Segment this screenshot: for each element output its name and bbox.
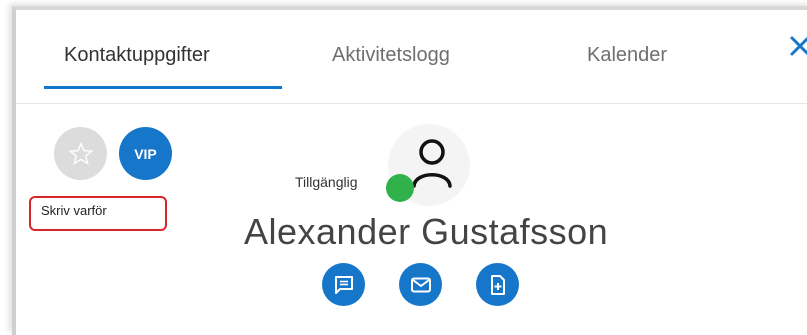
tab-bar: Kontaktuppgifter Aktivitetslogg Kalender <box>16 10 807 104</box>
tab-kontaktuppgifter[interactable]: Kontaktuppgifter <box>64 40 210 70</box>
status-indicator <box>386 174 414 202</box>
close-button[interactable] <box>786 32 807 60</box>
vip-button[interactable]: VIP <box>119 127 172 180</box>
star-outline-icon <box>68 141 93 165</box>
contact-card-panel: Kontaktuppgifter Aktivitetslogg Kalender… <box>12 6 807 335</box>
tab-aktivitetslogg[interactable]: Aktivitetslogg <box>332 40 450 70</box>
tab-kalender[interactable]: Kalender <box>587 40 667 70</box>
contact-name: Alexander Gustafsson <box>244 211 609 252</box>
mail-button[interactable] <box>399 263 442 306</box>
add-document-button[interactable] <box>476 263 519 306</box>
contact-details: VIP Skriv varför Tillgänglig Alexander G… <box>16 104 807 335</box>
close-icon <box>790 36 807 56</box>
reason-prompt[interactable]: Skriv varför <box>41 203 107 218</box>
chat-icon <box>334 275 353 294</box>
active-tab-indicator <box>44 86 282 89</box>
add-document-icon <box>490 274 505 295</box>
chat-button[interactable] <box>322 263 365 306</box>
favorite-button[interactable] <box>54 127 107 180</box>
mail-icon <box>410 277 431 292</box>
status-label: Tillgänglig <box>295 174 358 190</box>
reason-field-highlight[interactable]: Skriv varför <box>29 196 167 231</box>
